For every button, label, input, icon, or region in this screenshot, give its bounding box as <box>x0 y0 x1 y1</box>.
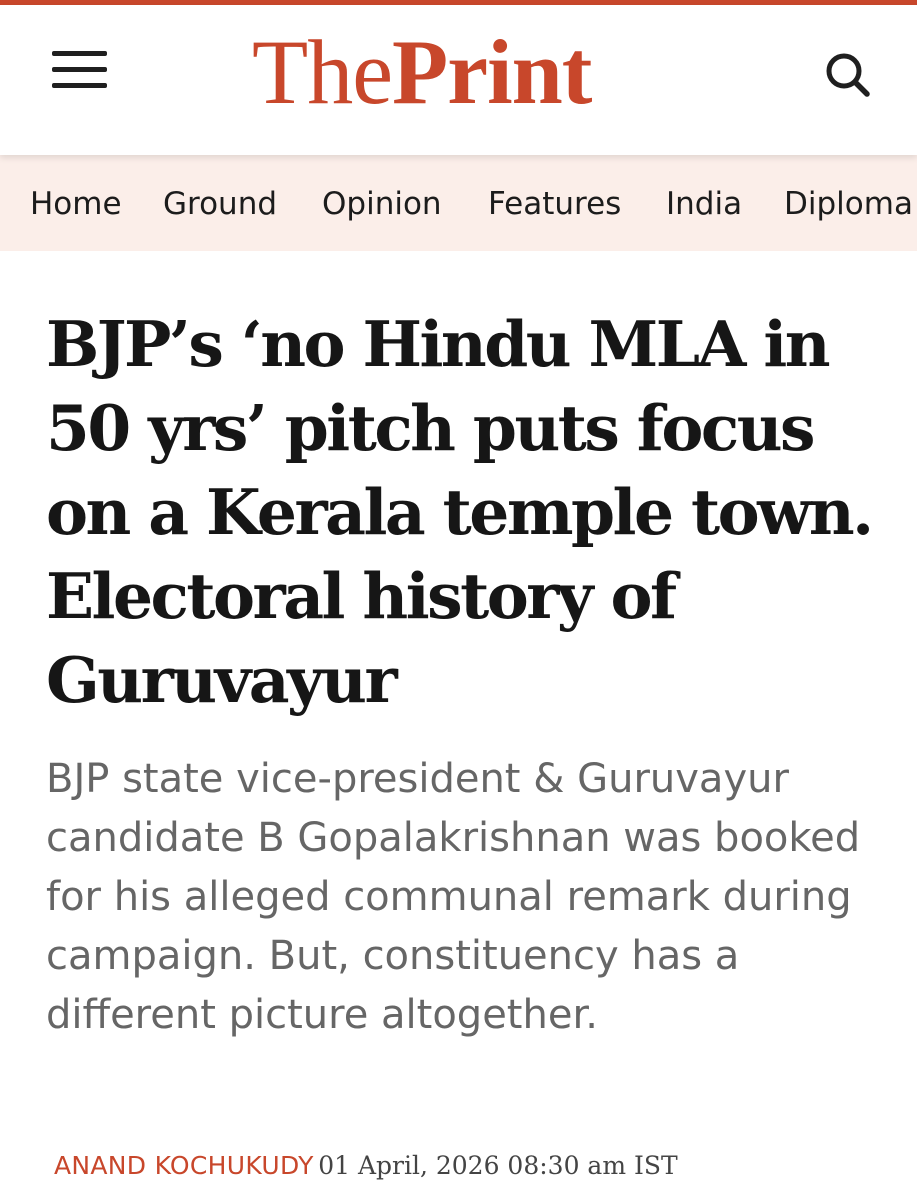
publish-date: 01 April, 2026 08:30 am IST <box>318 1151 678 1180</box>
hamburger-menu-icon[interactable] <box>52 47 108 91</box>
site-header: ThePrint <box>0 5 917 155</box>
nav-item-features[interactable]: Features <box>488 185 621 223</box>
search-icon <box>826 53 870 97</box>
menu-line <box>52 67 107 72</box>
nav-item-diplomacy[interactable]: Diploma <box>784 185 913 223</box>
logo-print: Print <box>392 21 592 123</box>
section-navbar: Home Ground Opinion Features India Diplo… <box>0 155 917 251</box>
article-byline: ANAND KOCHUKUDY 01 April, 2026 08:30 am … <box>54 1150 678 1186</box>
author-link[interactable]: ANAND KOCHUKUDY <box>54 1151 314 1180</box>
site-logo[interactable]: ThePrint <box>252 17 592 127</box>
menu-line <box>52 83 107 88</box>
nav-item-home[interactable]: Home <box>30 185 122 223</box>
article-summary: BJP state vice-president & Guruvayur can… <box>46 756 861 1038</box>
nav-item-ground[interactable]: Ground <box>163 185 277 223</box>
logo-the: The <box>252 21 393 123</box>
nav-item-india[interactable]: India <box>666 185 742 223</box>
nav-item-opinion[interactable]: Opinion <box>322 185 442 223</box>
article-headline: BJP’s ‘no Hindu MLA in 50 yrs’ pitch put… <box>46 307 874 717</box>
menu-line <box>52 51 107 56</box>
search-button[interactable] <box>822 47 878 99</box>
